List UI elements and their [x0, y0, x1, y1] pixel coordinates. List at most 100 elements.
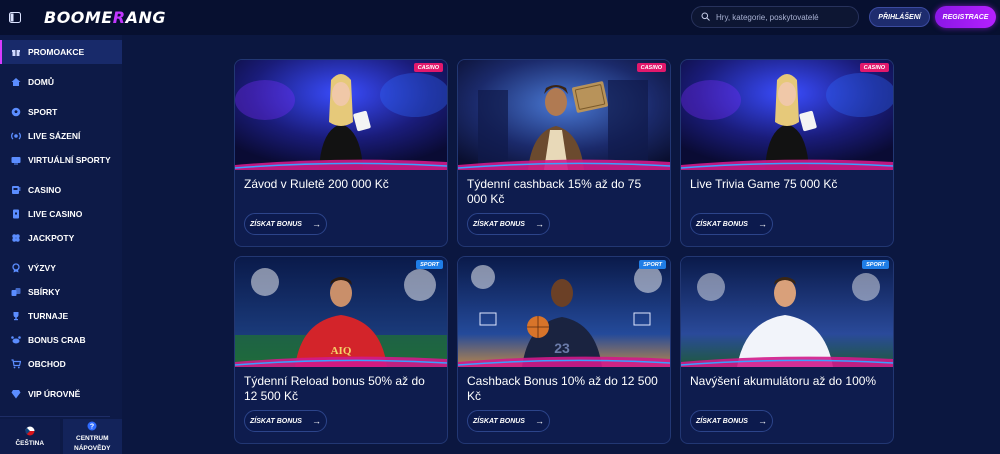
promo-card[interactable]: CASINO Týdenní cashback 15% až do 75 000…: [457, 59, 671, 247]
promo-image-soccer-player: [681, 257, 893, 367]
promo-title: Týdenní cashback 15% až do 75 000 Kč: [467, 177, 642, 206]
search-box[interactable]: [691, 6, 859, 28]
sidebar: PROMOAKCE DOMŮ SPORT LIVE SÁZENÍ VIRTUÁL…: [0, 35, 122, 454]
help-label-line1: CENTRUM: [76, 435, 109, 443]
promo-image-soccer-player: AIQ: [235, 257, 447, 367]
promo-image-dealer: [235, 60, 447, 170]
cards-icon: [11, 209, 21, 219]
sidebar-item-casino[interactable]: CASINO: [0, 178, 122, 202]
help-label-line2: NÁPOVĚDY: [74, 444, 111, 452]
language-button[interactable]: ČEŠTINA: [0, 419, 60, 454]
promo-image-adventurer: [458, 60, 670, 170]
category-badge: SPORT: [639, 260, 666, 269]
diamond-icon: [11, 389, 21, 399]
live-icon: [11, 131, 21, 141]
arrow-right-icon: →: [311, 219, 321, 229]
sidebar-item-label: TURNAJE: [28, 311, 69, 321]
arrow-right-icon: →: [311, 416, 321, 426]
sidebar-item-label: LIVE CASINO: [28, 209, 83, 219]
sidebar-item-live-sazeni[interactable]: LIVE SÁZENÍ: [0, 124, 122, 148]
login-button[interactable]: PŘIHLÁŠENÍ: [869, 7, 930, 27]
help-center-button[interactable]: ? CENTRUM NÁPOVĚDY: [62, 419, 122, 454]
sidebar-item-obchod[interactable]: OBCHOD: [0, 352, 122, 376]
sidebar-item-label: SBÍRKY: [28, 287, 61, 297]
sidebar-item-jackpoty[interactable]: JACKPOTY: [0, 226, 122, 250]
sidebar-item-domu[interactable]: DOMŮ: [0, 70, 122, 94]
sidebar-item-vyzvy[interactable]: VÝZVY: [0, 256, 122, 280]
search-icon: [701, 8, 710, 26]
gift-icon: [11, 47, 21, 57]
cart-icon: [11, 359, 21, 369]
promo-card[interactable]: CASINO Live Trivia Game 75 000 Kč ZÍSKAT…: [680, 59, 894, 247]
get-bonus-button[interactable]: ZÍSKAT BONUS →: [690, 410, 773, 432]
medal-icon: [11, 263, 21, 273]
category-badge: CASINO: [636, 63, 666, 72]
top-header: BOOMERANG PŘIHLÁŠENÍ REGISTRACE: [0, 0, 1000, 35]
promo-image-basketball-player: 23: [458, 257, 670, 367]
sidebar-item-label: BONUS CRAB: [28, 335, 86, 345]
get-bonus-label: ZÍSKAT BONUS: [473, 220, 525, 228]
promo-title: Cashback Bonus 10% až do 12 500 Kč: [467, 374, 658, 403]
promo-card[interactable]: CASINO Závod v Ruletě 200 000 Kč ZÍSKAT …: [234, 59, 448, 247]
get-bonus-button[interactable]: ZÍSKAT BONUS →: [467, 213, 550, 235]
get-bonus-button[interactable]: ZÍSKAT BONUS →: [690, 213, 773, 235]
get-bonus-button[interactable]: ZÍSKAT BONUS →: [467, 410, 550, 432]
promo-title: Live Trivia Game 75 000 Kč: [690, 177, 838, 191]
arrow-right-icon: →: [534, 219, 544, 229]
home-icon: [11, 77, 21, 87]
sidebar-footer: ČEŠTINA ? CENTRUM NÁPOVĚDY: [0, 419, 122, 454]
get-bonus-label: ZÍSKAT BONUS: [696, 220, 748, 228]
category-badge: SPORT: [862, 260, 889, 269]
promo-card[interactable]: 23 SPORT Cashback Bonus 10% až do 12 500…: [457, 256, 671, 444]
promo-card[interactable]: AIQ SPORT Týdenní Reload bonus 50% až do…: [234, 256, 448, 444]
get-bonus-button[interactable]: ZÍSKAT BONUS →: [244, 213, 327, 235]
sidebar-item-bonus-crab[interactable]: BONUS CRAB: [0, 328, 122, 352]
arrow-right-icon: →: [757, 416, 767, 426]
sidebar-toggle-icon[interactable]: [0, 0, 30, 35]
promo-image-dealer: [681, 60, 893, 170]
category-badge: CASINO: [859, 63, 889, 72]
czech-flag-icon: [25, 426, 35, 438]
sidebar-item-label: VÝZVY: [28, 263, 56, 273]
sidebar-item-label: VIP ÚROVNĚ: [28, 389, 81, 399]
promo-card[interactable]: SPORT Navýšení akumulátoru až do 100% ZÍ…: [680, 256, 894, 444]
clover-icon: [11, 233, 21, 243]
promotions-grid: CASINO Závod v Ruletě 200 000 Kč ZÍSKAT …: [122, 35, 1000, 454]
svg-text:AIQ: AIQ: [331, 345, 352, 357]
svg-text:23: 23: [554, 340, 570, 356]
get-bonus-button[interactable]: ZÍSKAT BONUS →: [244, 410, 327, 432]
sidebar-item-promoakce[interactable]: PROMOAKCE: [0, 40, 122, 64]
language-label: ČEŠTINA: [15, 440, 45, 447]
sidebar-item-vip-urovne[interactable]: VIP ÚROVNĚ: [0, 382, 122, 406]
category-badge: CASINO: [413, 63, 443, 72]
slot-icon: [11, 185, 21, 195]
get-bonus-label: ZÍSKAT BONUS: [250, 417, 302, 425]
promo-title: Navýšení akumulátoru až do 100%: [690, 374, 877, 388]
get-bonus-label: ZÍSKAT BONUS: [696, 417, 748, 425]
sidebar-item-label: DOMŮ: [28, 77, 54, 87]
brand-logo[interactable]: BOOMERANG: [44, 8, 166, 27]
promo-title: Závod v Ruletě 200 000 Kč: [244, 177, 389, 191]
crab-icon: [11, 335, 21, 345]
arrow-right-icon: →: [757, 219, 767, 229]
category-badge: SPORT: [416, 260, 443, 269]
sidebar-item-label: OBCHOD: [28, 359, 66, 369]
get-bonus-label: ZÍSKAT BONUS: [473, 417, 525, 425]
sidebar-item-sport[interactable]: SPORT: [0, 100, 122, 124]
sidebar-item-label: PROMOAKCE: [28, 47, 85, 57]
soccer-ball-icon: [11, 107, 21, 117]
sidebar-item-sbirky[interactable]: SBÍRKY: [0, 280, 122, 304]
sidebar-item-turnaje[interactable]: TURNAJE: [0, 304, 122, 328]
search-input[interactable]: [716, 12, 856, 22]
help-icon: ?: [87, 421, 97, 433]
sidebar-item-label: SPORT: [28, 107, 58, 117]
promo-title: Týdenní Reload bonus 50% až do 12 500 Kč: [244, 374, 425, 403]
svg-text:?: ?: [90, 424, 94, 431]
sidebar-item-virtualni-sporty[interactable]: VIRTUÁLNÍ SPORTY: [0, 148, 122, 172]
register-button[interactable]: REGISTRACE: [935, 6, 996, 28]
collection-icon: [11, 287, 21, 297]
sidebar-item-live-casino[interactable]: LIVE CASINO: [0, 202, 122, 226]
sidebar-item-label: JACKPOTY: [28, 233, 75, 243]
arrow-right-icon: →: [534, 416, 544, 426]
get-bonus-label: ZÍSKAT BONUS: [250, 220, 302, 228]
